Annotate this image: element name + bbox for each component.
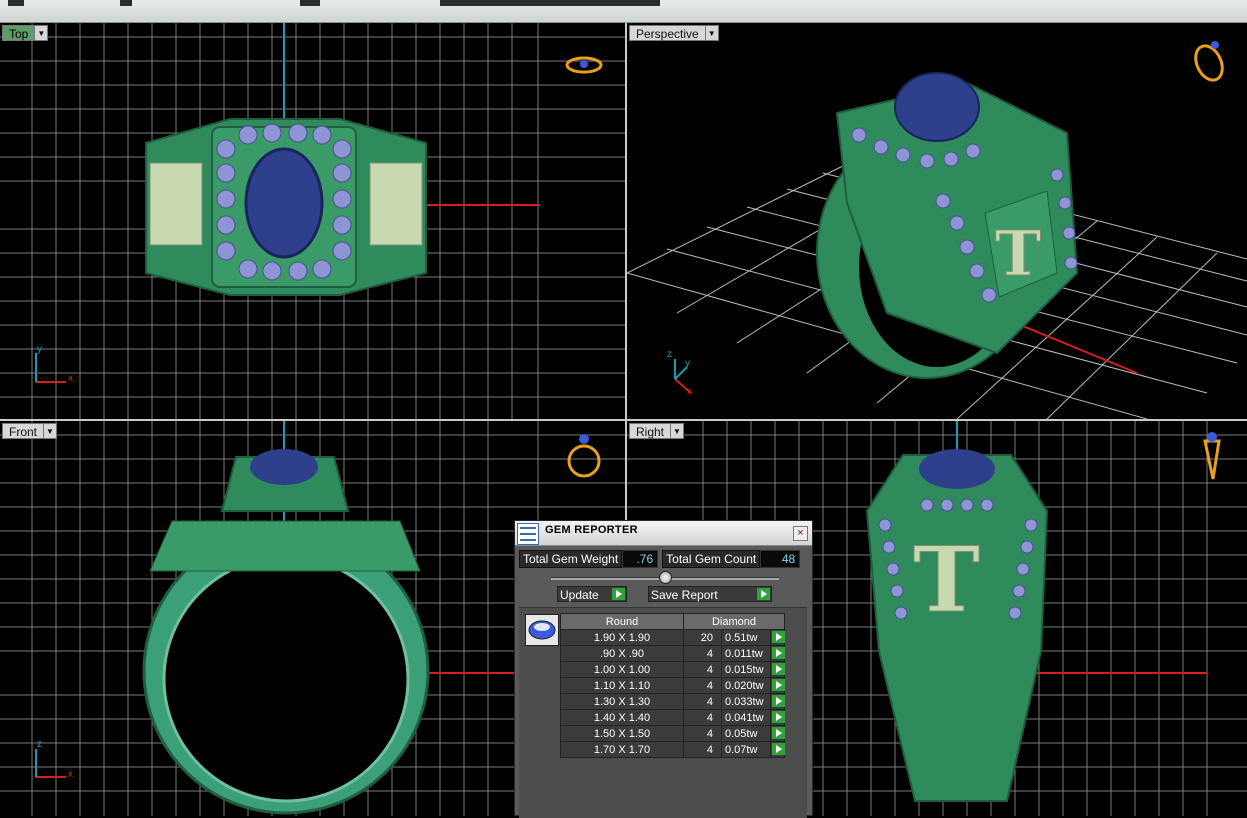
- select-row-button[interactable]: [770, 709, 785, 726]
- axis-x-label: x: [68, 373, 73, 384]
- gem-weight: 0.020tw: [721, 677, 771, 694]
- save-report-button[interactable]: Save Report: [648, 586, 772, 602]
- total-weight-field[interactable]: .76: [622, 550, 659, 568]
- gem-reporter-logo-icon: [517, 523, 539, 545]
- total-weight-label: Total Gem Weight: [519, 550, 623, 568]
- gem-size: 1.30 X 1.30: [560, 693, 684, 710]
- viewport-title: Right: [629, 423, 672, 439]
- gem-weight: 0.07tw: [721, 741, 771, 758]
- play-arrow-icon: [612, 588, 625, 600]
- gem-weight: 0.033tw: [721, 693, 771, 710]
- play-arrow-icon: [772, 663, 785, 675]
- gem-weight: 0.011tw: [721, 645, 771, 662]
- gem-count: 4: [683, 677, 722, 694]
- gem-weight: 0.51tw: [721, 629, 771, 646]
- play-arrow-icon: [757, 588, 770, 600]
- gem-size: .90 X .90: [560, 645, 684, 662]
- column-header-shape: Round: [560, 613, 684, 630]
- gem-count: 4: [683, 645, 722, 662]
- gem-count: 4: [683, 709, 722, 726]
- gem-size: 1.90 X 1.90: [560, 629, 684, 646]
- gem-size: 1.70 X 1.70: [560, 741, 684, 758]
- select-row-button[interactable]: [770, 629, 785, 646]
- select-row-button[interactable]: [770, 741, 785, 758]
- gem-count: 4: [683, 725, 722, 742]
- save-report-button-label: Save Report: [651, 588, 718, 602]
- gem-size: 1.40 X 1.40: [560, 709, 684, 726]
- play-arrow-icon: [772, 647, 785, 659]
- gem-table: Round Diamond 1.90 X 1.90 20 0.51tw .90 X …: [560, 613, 785, 758]
- play-arrow-icon: [772, 695, 785, 707]
- viewport-title: Front: [2, 423, 45, 439]
- axis-y-label: y: [685, 358, 690, 369]
- select-row-button[interactable]: [770, 693, 785, 710]
- gem-count: 4: [683, 693, 722, 710]
- svg-text:T: T: [913, 527, 980, 633]
- slider-handle[interactable]: [659, 571, 672, 584]
- table-row[interactable]: 1.00 X 1.00 4 0.015tw: [560, 661, 785, 678]
- total-count-label: Total Gem Count: [662, 550, 761, 568]
- close-icon[interactable]: ×: [793, 526, 808, 541]
- axis-y-label: y: [37, 344, 42, 355]
- play-arrow-icon: [772, 679, 785, 691]
- column-header-material: Diamond: [683, 613, 785, 630]
- axis-x-label: x: [68, 769, 73, 780]
- axis-x-label: x: [687, 386, 692, 397]
- table-row[interactable]: 1.50 X 1.50 4 0.05tw: [560, 725, 785, 742]
- perspective-grid: T: [627, 41, 1247, 419]
- gem-count: 4: [683, 741, 722, 758]
- viewport-label-front[interactable]: Front ▼: [2, 423, 58, 439]
- play-arrow-icon: [772, 711, 785, 723]
- gem-reporter-title: GEM REPORTER: [545, 524, 638, 536]
- viewport-label-right[interactable]: Right ▼: [629, 423, 685, 439]
- gem-reporter-panel: GEM REPORTER × Total Gem Weight .76 Tota…: [514, 520, 813, 818]
- gem-size: 1.00 X 1.00: [560, 661, 684, 678]
- table-row[interactable]: 1.30 X 1.30 4 0.033tw: [560, 693, 785, 710]
- select-row-button[interactable]: [770, 645, 785, 662]
- viewport-title: Top: [2, 25, 36, 41]
- viewport-label-top[interactable]: Top ▼: [2, 25, 49, 41]
- viewport-top[interactable]: x y Top ▼: [0, 23, 625, 419]
- viewport-perspective[interactable]: T x y z Perspective ▼: [627, 23, 1247, 419]
- play-arrow-icon: [772, 631, 785, 643]
- gem-weight: 0.05tw: [721, 725, 771, 742]
- gem-list-area: Round Diamond 1.90 X 1.90 20 0.51tw .90 X …: [519, 607, 807, 818]
- table-row[interactable]: 1.10 X 1.10 4 0.020tw: [560, 677, 785, 694]
- table-row[interactable]: 1.70 X 1.70 4 0.07tw: [560, 741, 785, 758]
- table-row[interactable]: .90 X .90 4 0.011tw: [560, 645, 785, 662]
- gem-count: 4: [683, 661, 722, 678]
- play-arrow-icon: [772, 727, 785, 739]
- table-row[interactable]: 1.40 X 1.40 4 0.041tw: [560, 709, 785, 726]
- gem-count: 20: [683, 629, 722, 646]
- gem-weight: 0.041tw: [721, 709, 771, 726]
- select-row-button[interactable]: [770, 725, 785, 742]
- select-row-button[interactable]: [770, 677, 785, 694]
- round-gem-icon[interactable]: [525, 614, 559, 646]
- gem-size: 1.50 X 1.50: [560, 725, 684, 742]
- viewport-title: Perspective: [629, 25, 706, 41]
- totals-row: Total Gem Weight .76 Total Gem Count 48: [519, 550, 804, 568]
- total-count-field[interactable]: 48: [760, 550, 801, 568]
- viewport-divider-horizontal[interactable]: [0, 419, 1247, 421]
- axis-z-label: z: [37, 739, 42, 750]
- gem-reporter-titlebar[interactable]: GEM REPORTER ×: [515, 521, 812, 546]
- gem-size: 1.10 X 1.10: [560, 677, 684, 694]
- toolbar-strip: [0, 0, 1247, 23]
- update-button-label: Update: [560, 588, 599, 602]
- update-button[interactable]: Update: [557, 586, 627, 602]
- chevron-down-icon[interactable]: ▼: [671, 423, 685, 439]
- play-arrow-icon: [772, 743, 785, 755]
- gem-weight: 0.015tw: [721, 661, 771, 678]
- chevron-down-icon[interactable]: ▼: [35, 25, 49, 41]
- svg-text:T: T: [995, 217, 1041, 290]
- chevron-down-icon[interactable]: ▼: [44, 423, 58, 439]
- viewport-label-perspective[interactable]: Perspective ▼: [629, 25, 719, 41]
- select-row-button[interactable]: [770, 661, 785, 678]
- chevron-down-icon[interactable]: ▼: [705, 25, 719, 41]
- top-grid: [0, 23, 625, 419]
- table-row[interactable]: 1.90 X 1.90 20 0.51tw: [560, 629, 785, 646]
- axis-z-label: z: [667, 349, 672, 360]
